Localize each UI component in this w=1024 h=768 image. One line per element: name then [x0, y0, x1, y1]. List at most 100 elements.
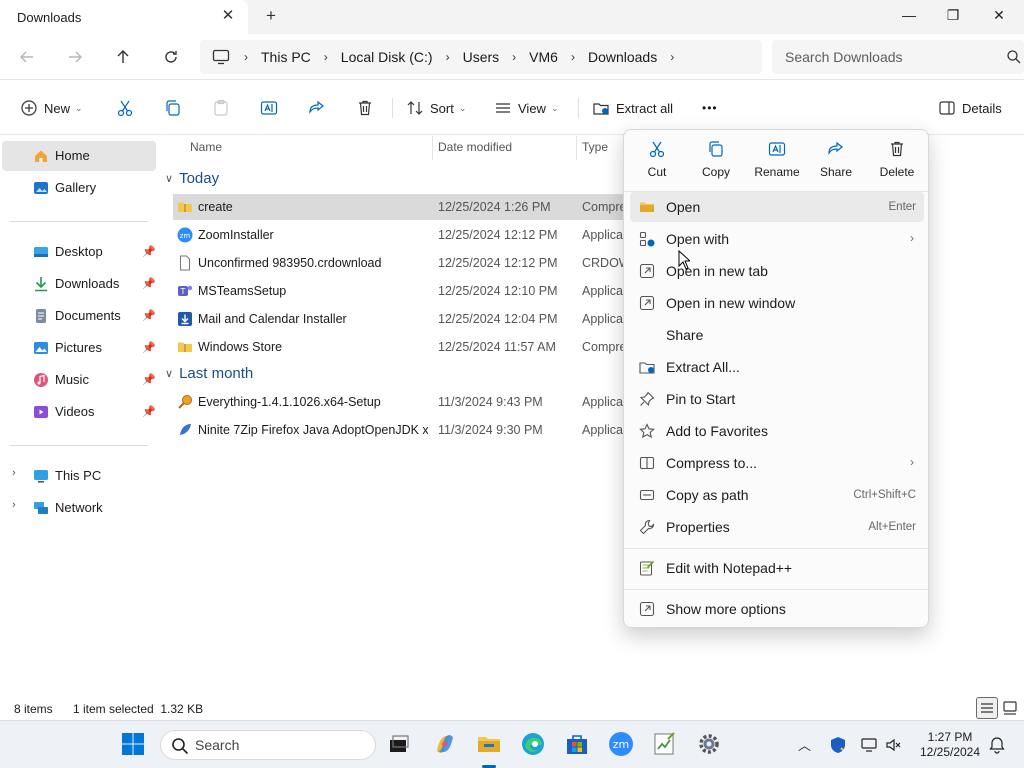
sidebar-item-documents[interactable]: Documents 📌 — [2, 301, 156, 331]
copy-button[interactable] — [164, 94, 182, 122]
chevron-right-icon[interactable]: › — [12, 499, 16, 511]
menu-item-compress-to[interactable]: Compress to... › — [630, 448, 924, 478]
installer-icon — [178, 312, 192, 326]
sidebar-item-gallery[interactable]: Gallery — [2, 173, 156, 203]
menu-item-pin-to-start[interactable]: Pin to Start — [630, 384, 924, 414]
show-hidden-icons-chevron-icon[interactable]: ︿ — [798, 735, 811, 754]
more-options-button[interactable]: ••• — [702, 94, 718, 122]
sidebar-item-music[interactable]: Music 📌 — [2, 365, 156, 395]
menu-item-extract-all[interactable]: Extract All... — [630, 352, 924, 382]
menu-item-show-more-options[interactable]: Show more options — [630, 594, 924, 624]
copilot-icon[interactable] — [432, 731, 458, 757]
rename-button[interactable] — [260, 94, 278, 122]
sidebar-item-desktop[interactable]: Desktop 📌 — [2, 237, 156, 267]
network-status-icon[interactable] — [860, 736, 878, 754]
extract-all-button[interactable]: Extract all — [592, 94, 673, 122]
system-clock[interactable]: 1:27 PM 12/25/2024 — [912, 730, 988, 760]
breadcrumb[interactable]: › This PC › Local Disk (C:) › Users › VM… — [200, 40, 762, 74]
chevron-right-icon[interactable]: › — [12, 467, 16, 479]
file-row-windows-store[interactable]: Windows Store 12/25/2024 11:57 AM Compre — [173, 334, 623, 360]
group-header-last-month[interactable]: ∨ Last month — [165, 365, 253, 382]
menu-item-open-new-tab[interactable]: Open in new tab — [630, 256, 924, 286]
column-header-date[interactable]: Date modified — [438, 140, 512, 154]
breadcrumb-users[interactable]: Users — [463, 49, 500, 65]
context-rename-button[interactable]: Rename — [751, 138, 803, 184]
task-view-icon[interactable] — [386, 731, 412, 757]
notification-bell-icon[interactable] — [988, 736, 1006, 754]
column-header-type[interactable]: Type — [582, 140, 608, 154]
file-explorer-icon[interactable] — [476, 731, 502, 757]
notepad-chart-icon[interactable] — [652, 731, 678, 757]
forward-button[interactable] — [60, 42, 90, 72]
context-copy-button[interactable]: Copy — [690, 138, 742, 184]
search-icon — [172, 738, 189, 755]
details-pane-button[interactable]: Details — [938, 94, 1002, 122]
new-button[interactable]: New ⌄ — [20, 94, 83, 122]
context-cut-button[interactable]: Cut — [631, 138, 683, 184]
menu-item-open-with[interactable]: Open with › — [630, 224, 924, 254]
sidebar-item-pictures[interactable]: Pictures 📌 — [2, 333, 156, 363]
tiles-view-toggle[interactable] — [1001, 699, 1021, 719]
up-button[interactable] — [108, 42, 138, 72]
column-divider[interactable] — [576, 136, 577, 160]
menu-item-copy-as-path[interactable]: Copy as path Ctrl+Shift+C — [630, 480, 924, 510]
sidebar-item-downloads[interactable]: Downloads 📌 — [2, 269, 156, 299]
zoom-taskbar-icon[interactable]: zm — [608, 731, 634, 757]
share-button[interactable] — [308, 94, 326, 122]
file-row-ninite[interactable]: Ninite 7Zip Firefox Java AdoptOpenJDK x.… — [173, 417, 623, 443]
tab-downloads[interactable]: Downloads ✕ — [0, 0, 248, 34]
menu-item-properties[interactable]: Properties Alt+Enter — [630, 512, 924, 542]
svg-text:zm: zm — [613, 738, 630, 751]
close-window-button[interactable]: ✕ — [976, 0, 1022, 30]
cut-button[interactable] — [116, 94, 134, 122]
security-shield-icon[interactable] — [829, 736, 847, 754]
context-delete-button[interactable]: Delete — [871, 138, 923, 184]
menu-item-add-to-favorites[interactable]: Add to Favorites — [630, 416, 924, 446]
file-row-msteamssetup[interactable]: T MSTeamsSetup 12/25/2024 12:10 PM Appli… — [173, 278, 623, 304]
sidebar-item-this-pc[interactable]: › This PC — [2, 461, 156, 491]
breadcrumb-this-pc[interactable]: This PC — [261, 49, 311, 65]
sort-button[interactable]: Sort ⌄ — [406, 94, 466, 122]
file-row-everything-setup[interactable]: Everything-1.4.1.1026.x64-Setup 11/3/202… — [173, 389, 623, 415]
file-row-zoominstaller[interactable]: zm ZoomInstaller 12/25/2024 12:12 PM App… — [173, 222, 623, 248]
microsoft-store-icon[interactable] — [564, 731, 590, 757]
trash-icon — [359, 100, 371, 116]
new-tab-button[interactable]: + — [262, 6, 280, 26]
delete-button[interactable] — [356, 94, 374, 122]
sidebar-item-home[interactable]: Home — [2, 141, 156, 171]
settings-gear-icon[interactable] — [696, 731, 722, 757]
maximize-button[interactable]: ❐ — [930, 0, 976, 30]
sidebar-item-network[interactable]: › Network — [2, 493, 156, 523]
arrow-right-icon — [69, 51, 82, 63]
menu-item-open[interactable]: Open Enter — [630, 192, 924, 222]
context-share-button[interactable]: Share — [810, 138, 862, 184]
breadcrumb-downloads[interactable]: Downloads — [588, 49, 657, 65]
back-button[interactable] — [12, 42, 42, 72]
minimize-button[interactable]: — — [886, 0, 932, 30]
group-header-today[interactable]: ∨ Today — [165, 170, 219, 187]
file-row-mail-calendar[interactable]: Mail and Calendar Installer 12/25/2024 1… — [173, 306, 623, 332]
menu-item-edit-notepadpp[interactable]: Edit with Notepad++ — [630, 553, 924, 583]
zoom-icon: zm — [177, 227, 193, 243]
breadcrumb-local-disk[interactable]: Local Disk (C:) — [341, 49, 433, 65]
refresh-button[interactable] — [156, 42, 186, 72]
taskbar-search-box[interactable]: Search — [160, 730, 376, 760]
breadcrumb-vm6[interactable]: VM6 — [529, 49, 558, 65]
details-view-toggle[interactable] — [976, 697, 998, 719]
sidebar-item-videos[interactable]: Videos 📌 — [2, 397, 156, 427]
menu-item-share[interactable]: Share — [630, 320, 924, 350]
file-row-crdownload[interactable]: Unconfirmed 983950.crdownload 12/25/2024… — [173, 250, 623, 276]
column-divider[interactable] — [432, 136, 433, 160]
file-row-create[interactable]: create 12/25/2024 1:26 PM Compre — [173, 194, 623, 220]
view-button[interactable]: View ⌄ — [494, 94, 559, 122]
archive-icon — [639, 456, 655, 470]
volume-muted-icon[interactable] — [884, 736, 902, 754]
column-header-name[interactable]: Name — [190, 140, 222, 154]
windows-start-icon[interactable] — [120, 731, 146, 757]
menu-item-open-new-window[interactable]: Open in new window — [630, 288, 924, 318]
paste-button[interactable] — [212, 94, 230, 122]
edge-icon[interactable] — [520, 731, 546, 757]
pin-icon — [639, 391, 655, 407]
search-input[interactable]: Search Downloads — [772, 40, 1024, 74]
close-tab-icon[interactable]: ✕ — [220, 8, 236, 24]
